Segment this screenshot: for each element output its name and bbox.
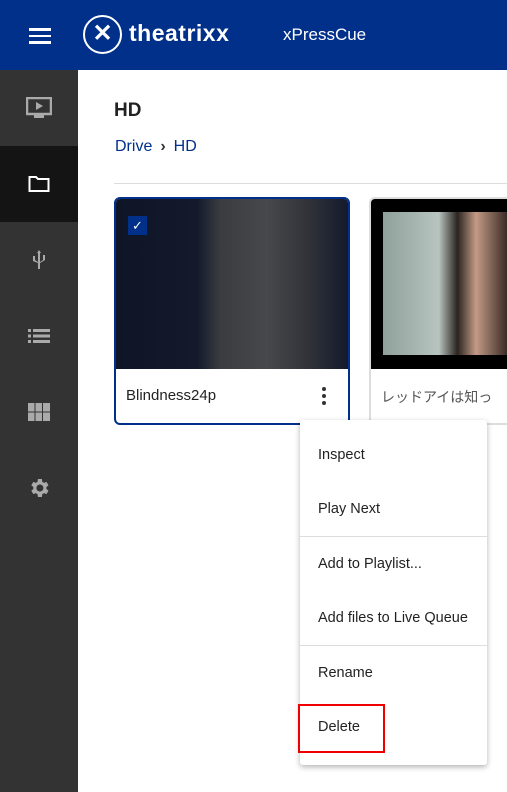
highlight-box (298, 704, 385, 753)
divider (114, 183, 507, 184)
folder-icon (28, 176, 50, 192)
logo-text: theatrixx (129, 20, 230, 46)
gear-icon (31, 479, 49, 497)
more-options-icon[interactable] (318, 387, 330, 411)
file-name: Blindness24p (126, 387, 217, 404)
app-header: ✕ theatrixx xPressCue (0, 0, 507, 70)
breadcrumb-hd[interactable]: HD (174, 138, 197, 156)
sidebar-item-settings[interactable] (0, 450, 78, 526)
sidebar-item-files[interactable] (0, 146, 78, 222)
selected-checkbox[interactable]: ✓ (128, 216, 147, 235)
hamburger-menu-icon[interactable] (29, 28, 51, 44)
sidebar (0, 70, 78, 792)
sidebar-item-usb[interactable] (0, 222, 78, 298)
menu-item-play-next[interactable]: Play Next (300, 482, 487, 536)
sidebar-item-grid[interactable] (0, 374, 78, 450)
menu-item-inspect[interactable]: Inspect (300, 428, 487, 482)
chevron-right-icon: › (160, 138, 166, 155)
file-card[interactable]: ✓ Blindness24p (114, 197, 350, 425)
usb-icon (33, 250, 45, 269)
sidebar-item-playlist[interactable] (0, 298, 78, 374)
app-name: xPressCue (283, 25, 367, 44)
logo: ✕ (83, 15, 122, 54)
menu-item-add-to-playlist[interactable]: Add to Playlist... (300, 537, 487, 591)
thumbnail (371, 199, 507, 369)
thumbnail (116, 199, 348, 369)
menu-item-add-to-live-queue[interactable]: Add files to Live Queue (300, 591, 487, 645)
breadcrumb-drive[interactable]: Drive (115, 138, 152, 156)
file-card[interactable]: レッドアイは知っ (369, 197, 507, 425)
page-title: HD (114, 100, 142, 121)
grid-icon (28, 403, 50, 421)
monitor-play-icon (26, 97, 52, 118)
menu-item-rename[interactable]: Rename (300, 646, 487, 700)
file-name: レッドアイは知っ (381, 389, 493, 405)
list-icon (28, 329, 50, 343)
breadcrumb: Drive › HD (115, 138, 197, 156)
sidebar-item-player[interactable] (0, 70, 78, 146)
